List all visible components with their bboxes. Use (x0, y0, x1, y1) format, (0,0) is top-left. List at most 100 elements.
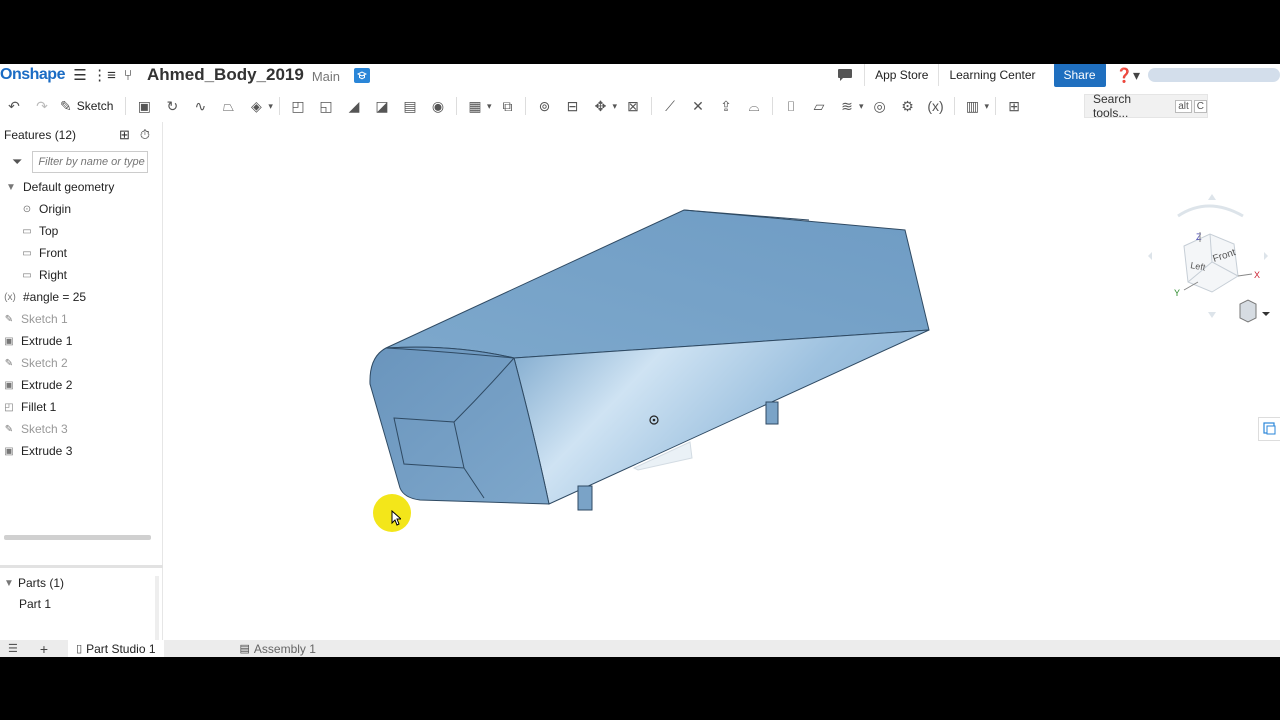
learning-center-button[interactable]: Learning Center (938, 64, 1045, 86)
axis-y-label: Y (1174, 288, 1180, 298)
variable-icon[interactable]: (x) (925, 95, 947, 117)
draft-icon[interactable]: ◢ (343, 95, 365, 117)
extrude-icon[interactable]: ▣ (133, 95, 155, 117)
shell-icon[interactable]: ▤ (399, 95, 421, 117)
chevron-down-icon[interactable]: ▾ (268, 101, 273, 112)
chevron-down-icon[interactable]: ▼ (0, 578, 18, 589)
tree-item-front-plane[interactable]: ▭ Front (0, 242, 162, 264)
tree-item-extrude-3[interactable]: ▣ Extrude 3 (0, 440, 162, 462)
features-title: Features (12) (4, 128, 77, 142)
tree-item-label: Extrude 2 (21, 378, 73, 392)
transform-icon[interactable]: ✥ (589, 95, 611, 117)
add-tab-icon[interactable]: + (26, 640, 62, 657)
part-studio-icon: ▯ (76, 643, 83, 655)
plane-icon: ▭ (22, 225, 32, 237)
tree-item-label: #angle = 25 (23, 290, 87, 304)
tree-item-sketch-3[interactable]: ✎ Sketch 3 (0, 418, 162, 440)
add-custom-feature-icon[interactable]: ⊞ (1003, 95, 1025, 117)
revolve-icon[interactable]: ↻ (161, 95, 183, 117)
plane-icon[interactable]: ▱ (808, 95, 830, 117)
mate-connector-icon[interactable]: ◎ (869, 95, 891, 117)
undo-icon[interactable]: ↶ (3, 95, 25, 117)
tree-item-label: Right (39, 268, 68, 282)
parts-header[interactable]: ▼ Parts (1) (0, 576, 64, 590)
chevron-down-icon[interactable]: ▾ (985, 101, 990, 112)
share-button[interactable]: Share (1053, 64, 1106, 87)
graphics-viewport[interactable]: Left Front Z X Y (164, 122, 1280, 642)
helix-icon[interactable]: ≋ (836, 95, 858, 117)
app-store-button[interactable]: App Store (864, 64, 938, 86)
tree-item-label: Sketch 3 (21, 422, 68, 436)
sheet-metal-icon[interactable]: ⌷ (780, 95, 802, 117)
tree-item-extrude-1[interactable]: ▣ Extrude 1 (0, 330, 162, 352)
user-account-menu[interactable] (1148, 68, 1280, 82)
toolbar-divider (278, 97, 280, 115)
ahmed-body-model[interactable] (164, 122, 1280, 642)
chevron-down-icon[interactable]: ▾ (612, 101, 617, 112)
mirror-icon[interactable]: ⧉ (496, 95, 518, 117)
chamfer-icon[interactable]: ◱ (315, 95, 337, 117)
panel-divider[interactable] (0, 565, 163, 568)
chevron-down-icon[interactable]: ▾ (859, 101, 864, 112)
add-folder-icon[interactable]: ⊞ (119, 127, 130, 143)
replace-face-icon[interactable]: ⌓ (743, 95, 765, 117)
tree-item-sketch-2[interactable]: ✎ Sketch 2 (0, 352, 162, 374)
fillet-icon: ◰ (4, 401, 14, 413)
branch-label[interactable]: Main (312, 69, 340, 84)
view-cube[interactable]: Left Front Z X Y (1148, 194, 1278, 324)
pattern-icon[interactable]: ▦ (464, 95, 486, 117)
feature-list-scrollbar[interactable] (4, 535, 151, 540)
tree-item-fillet-1[interactable]: ◰ Fillet 1 (0, 396, 162, 418)
feature-tree: ▼ Default geometry ⊙ Origin ▭ Top ▭ Fron… (0, 176, 162, 462)
rollback-timer-icon[interactable]: ⏱ (140, 127, 150, 143)
delete-face-icon[interactable]: ✕ (687, 95, 709, 117)
part-list-item[interactable]: Part 1 (19, 597, 51, 611)
feature-list-icon[interactable]: ⋮≡ (92, 66, 116, 84)
search-tools-input[interactable]: Search tools... alt C (1084, 92, 1208, 120)
thicken-icon[interactable]: ◈ (245, 95, 267, 117)
sweep-icon[interactable]: ∿ (189, 95, 211, 117)
delete-part-icon[interactable]: ⊠ (622, 95, 644, 117)
hole-icon[interactable]: ◉ (427, 95, 449, 117)
rib-icon[interactable]: ◪ (371, 95, 393, 117)
split-icon[interactable]: ⊟ (561, 95, 583, 117)
tab-label: Assembly 1 (253, 641, 316, 656)
featurescript-icon[interactable]: ▥ (962, 95, 984, 117)
chevron-down-icon[interactable]: ▾ (487, 101, 492, 112)
sketch-button[interactable]: ✎ Sketch (60, 98, 113, 115)
tree-item-extrude-2[interactable]: ▣ Extrude 2 (0, 374, 162, 396)
fillet-icon[interactable]: ◰ (287, 95, 309, 117)
filter-icon[interactable]: ⏷ (12, 154, 22, 170)
feature-filter-input[interactable] (32, 151, 149, 173)
tab-assembly-1[interactable]: ▤ Assembly 1 (232, 640, 324, 657)
learning-badge-icon[interactable] (354, 67, 370, 83)
tab-manager-icon[interactable]: ☰ (0, 640, 26, 657)
tree-item-variable[interactable]: (x) #angle = 25 (0, 286, 162, 308)
filter-row: ⏷ (0, 148, 162, 176)
hamburger-menu-icon[interactable]: ☰ (71, 66, 89, 84)
tree-item-origin[interactable]: ⊙ Origin (0, 198, 162, 220)
tree-item-sketch-1[interactable]: ✎ Sketch 1 (0, 308, 162, 330)
tree-item-right-plane[interactable]: ▭ Right (0, 264, 162, 286)
move-face-icon[interactable]: ⇪ (715, 95, 737, 117)
modify-fillet-icon[interactable]: ⟋ (659, 95, 681, 117)
onshape-logo[interactable]: Onshape (0, 66, 65, 84)
tree-item-top-plane[interactable]: ▭ Top (0, 220, 162, 242)
toolbar-divider (651, 97, 653, 115)
tree-item-label: Top (39, 224, 59, 238)
tree-item-default-geometry[interactable]: ▼ Default geometry (0, 176, 162, 198)
model-strut (577, 485, 593, 511)
chevron-down-icon[interactable]: ▼ (4, 182, 18, 193)
tree-item-label: Extrude 3 (21, 444, 73, 458)
document-title[interactable]: Ahmed_Body_2019 (147, 65, 304, 85)
loft-icon[interactable]: ⏢ (217, 95, 239, 117)
boolean-icon[interactable]: ⊚ (533, 95, 555, 117)
appearance-panel-tab[interactable] (1258, 417, 1280, 441)
extrude-icon: ▣ (4, 335, 14, 347)
surface-icon[interactable]: ⚙ (897, 95, 919, 117)
version-graph-icon[interactable]: ⑂ (119, 66, 137, 84)
help-icon[interactable]: ❓▾ (1116, 67, 1140, 84)
redo-icon[interactable]: ↷ (31, 95, 53, 117)
comments-icon[interactable] (836, 66, 854, 84)
tab-part-studio-1[interactable]: ▯ Part Studio 1 (68, 640, 164, 657)
